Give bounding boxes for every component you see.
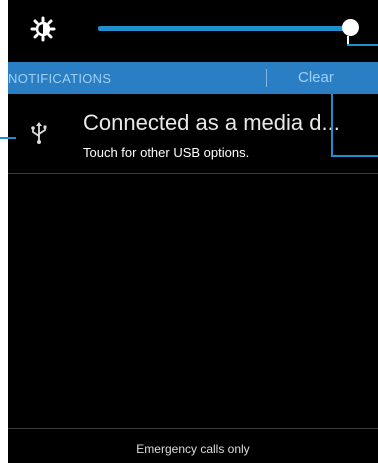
status-footer: Emergency calls only xyxy=(8,428,378,463)
brightness-slider-track[interactable] xyxy=(98,26,350,31)
brightness-icon[interactable] xyxy=(30,16,56,42)
callout-line-slider-h xyxy=(347,44,378,46)
clear-button[interactable]: Clear xyxy=(298,69,334,86)
callout-line-item xyxy=(0,137,16,139)
notification-subtext: Touch for other USB options. xyxy=(83,145,250,160)
notifications-title: NOTIFICATIONS xyxy=(8,71,112,86)
brightness-slider-knob[interactable] xyxy=(342,19,359,36)
usb-notification[interactable]: Connected as a media d... Touch for othe… xyxy=(8,94,378,174)
notification-heading: Connected as a media d... xyxy=(83,110,340,135)
callout-line-clear-h xyxy=(331,155,378,157)
carrier-status: Emergency calls only xyxy=(136,442,250,456)
callout-line-clear-v xyxy=(331,94,333,157)
notification-panel: NOTIFICATIONS Clear Connected as a media… xyxy=(8,0,378,463)
brightness-row xyxy=(8,0,378,62)
usb-icon xyxy=(30,122,48,144)
notifications-header: NOTIFICATIONS Clear xyxy=(8,62,378,94)
header-divider xyxy=(266,69,267,87)
